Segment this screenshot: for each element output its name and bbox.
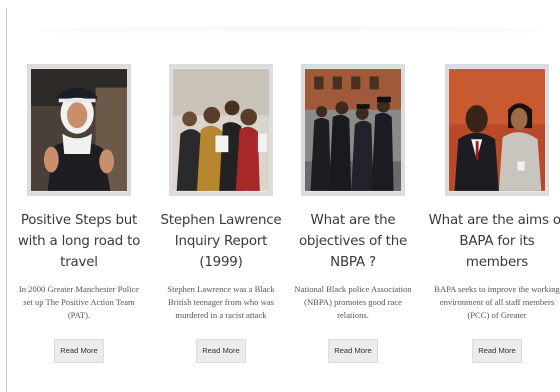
read-more-button[interactable]: Read More: [472, 339, 522, 363]
article-thumbnail[interactable]: [27, 64, 131, 196]
article-thumbnail[interactable]: [301, 64, 405, 196]
article-thumbnail[interactable]: [445, 64, 549, 196]
article-excerpt: Stephen Lawrence was a Black British tee…: [167, 284, 275, 321]
read-more-button[interactable]: Read More: [54, 339, 104, 363]
header-shadow: [40, 26, 540, 36]
article-card-stephen-lawrence: Stephen Lawrence Inquiry Report (1999) S…: [152, 64, 290, 363]
article-thumbnail[interactable]: [169, 64, 273, 196]
article-title[interactable]: Positive Steps but with a long road to t…: [10, 210, 148, 273]
article-excerpt: In 2000 Greater Manchester Police set up…: [18, 284, 140, 321]
article-title[interactable]: Stephen Lawrence Inquiry Report (1999): [152, 210, 290, 273]
article-excerpt: BAPA seeks to improve the working enviro…: [434, 284, 560, 321]
left-divider: [6, 8, 7, 392]
article-title[interactable]: What are the objectives of the NBPA ?: [284, 210, 422, 273]
article-card-bapa-aims: What are the aims of BAPA for its member…: [428, 64, 560, 363]
two-people-photo: [449, 69, 545, 191]
article-excerpt: National Black police Association (NBPA)…: [294, 284, 412, 321]
article-card-nbpa-objectives: What are the objectives of the NBPA ? Na…: [284, 64, 422, 363]
march-photo: [305, 69, 401, 191]
officer-photo: [31, 69, 127, 191]
read-more-button[interactable]: Read More: [196, 339, 246, 363]
read-more-button[interactable]: Read More: [328, 339, 378, 363]
article-card-positive-steps: Positive Steps but with a long road to t…: [10, 64, 148, 363]
article-title[interactable]: What are the aims of BAPA for its member…: [428, 210, 560, 273]
group-photo: [173, 69, 269, 191]
